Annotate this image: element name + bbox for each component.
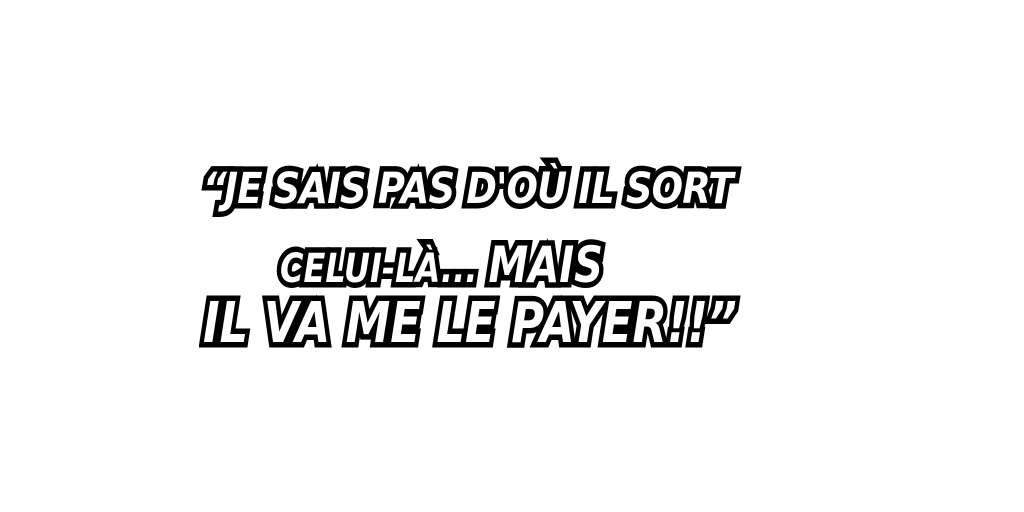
quote-line-1: “JE SAIS PAS D'OÙ IL SORT [198,162,738,216]
quote-line-2-emphasis: MAIS [484,235,607,296]
quote-line-2-small: CELUI-LÀ... [276,244,489,295]
speech-quote: “JE SAIS PAS D'OÙ IL SORT CELUI-LÀ... MA… [0,0,1024,512]
quote-line-2: CELUI-LÀ... MAIS [276,235,608,296]
quote-line-3: IL VA ME LE PAYER!!” [199,290,742,357]
